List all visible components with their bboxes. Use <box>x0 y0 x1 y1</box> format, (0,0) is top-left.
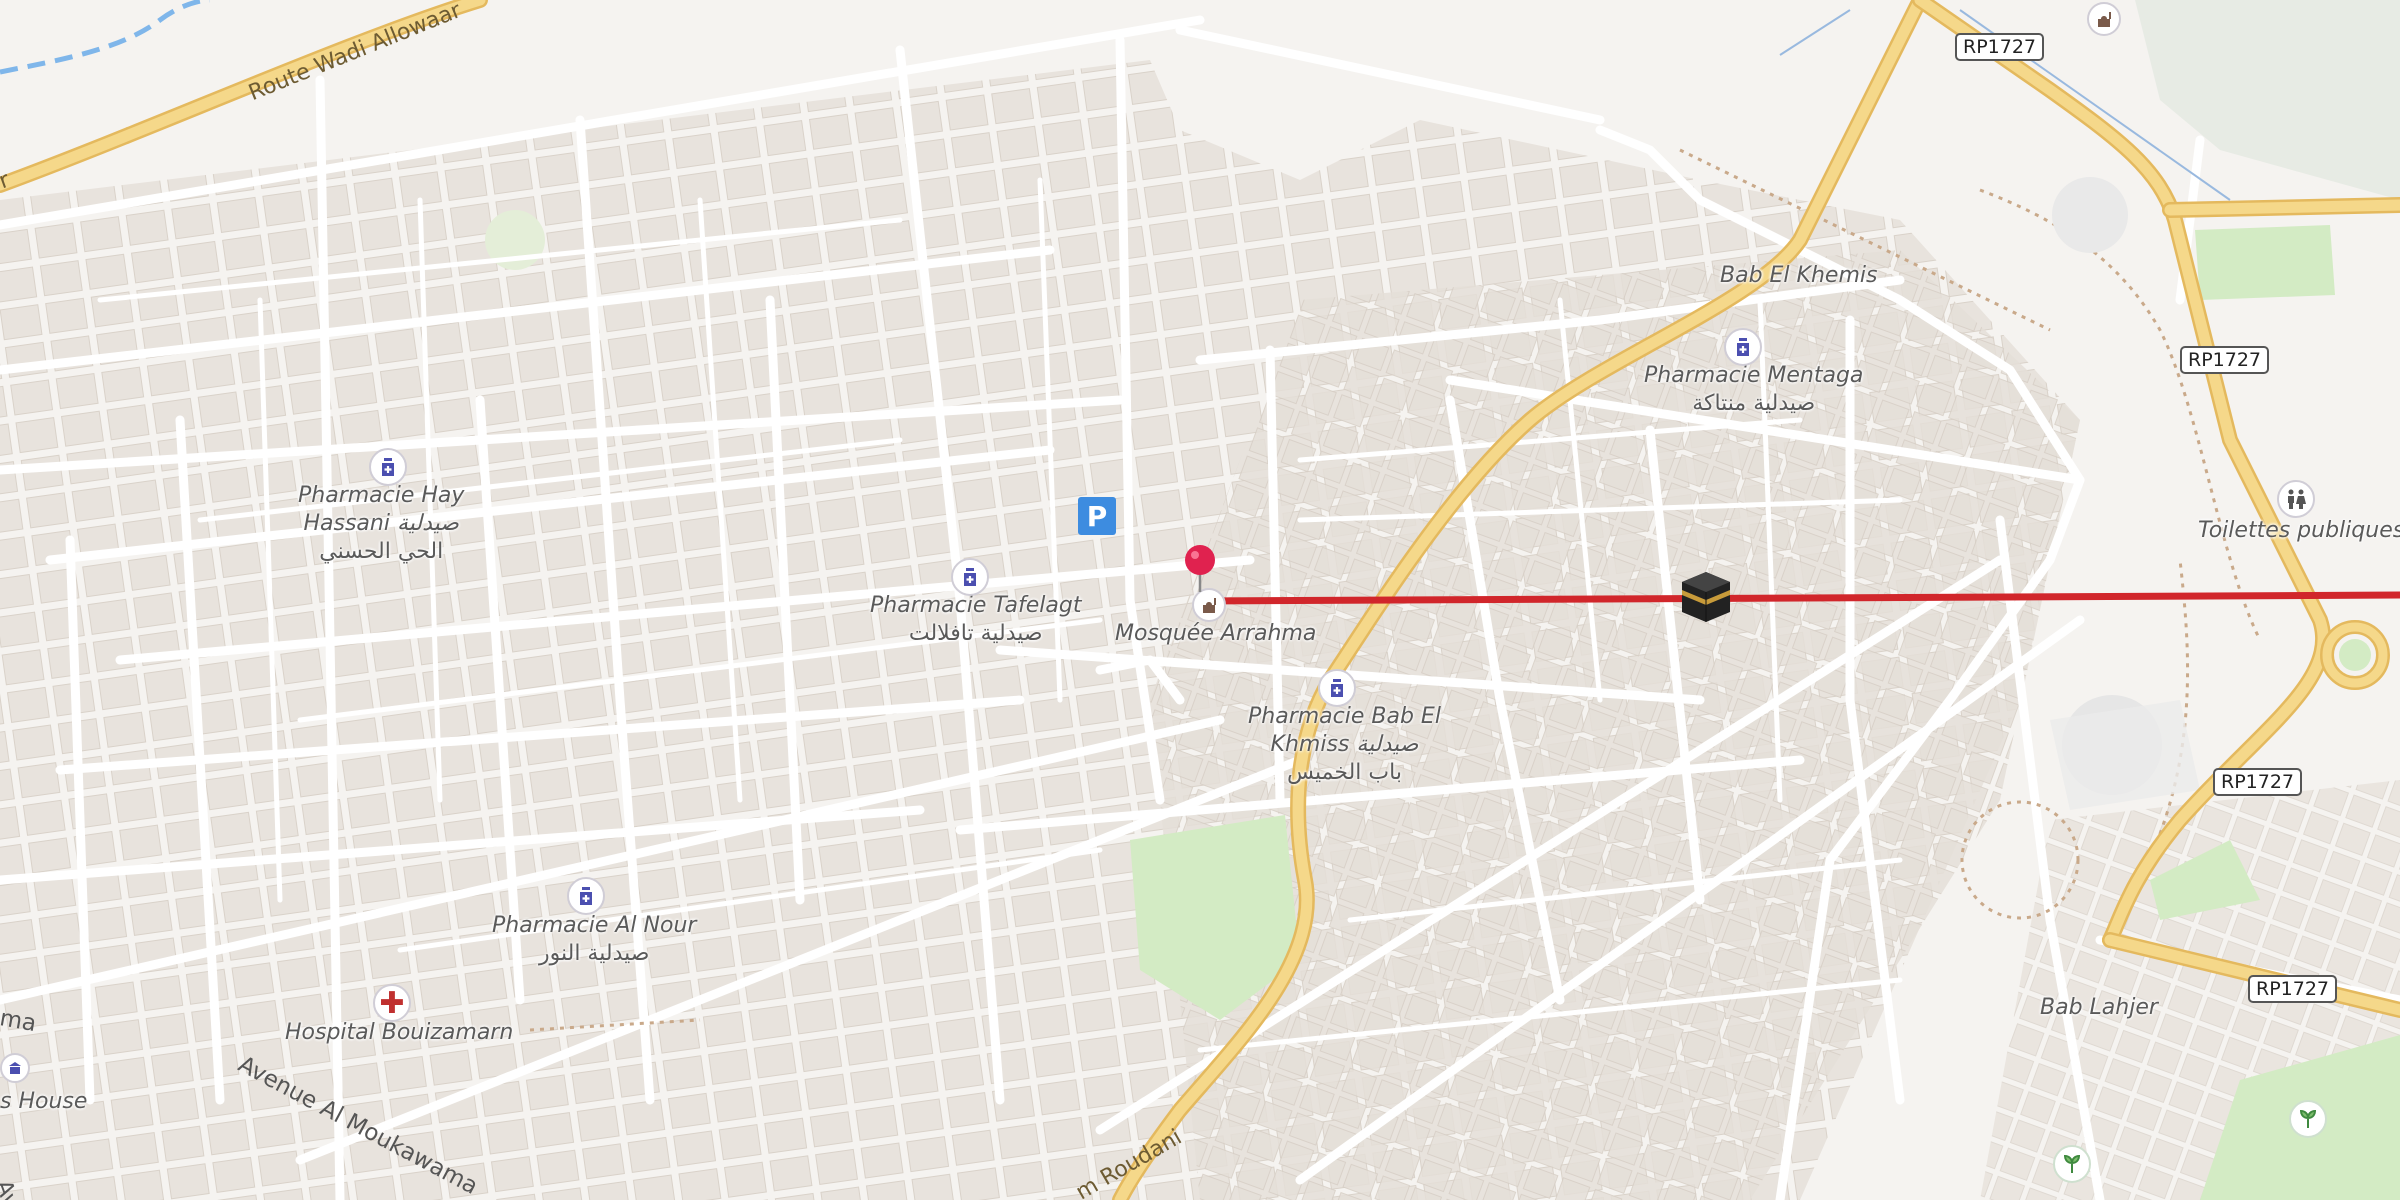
museum-icon[interactable] <box>0 1053 30 1083</box>
route-shield: RP1727 <box>2248 975 2338 1003</box>
pharmacy-name: Pharmacie Mentaga <box>1644 363 1864 388</box>
pharmacy-name-line2: Khmiss صيدلية <box>1270 732 1419 757</box>
place-label-toilettes: Toilettes publiques <box>2198 518 2400 543</box>
pharmacy-icon[interactable] <box>1724 328 1762 366</box>
pharmacy-icon[interactable] <box>1318 669 1356 707</box>
hospital-cross-icon[interactable]: ✚ <box>373 984 411 1022</box>
pharmacy-label-tafelagt[interactable]: Pharmacie Tafelagt صيدلية تافلالت <box>870 592 1081 648</box>
pharmacy-name-line1: Pharmacie Hay <box>298 483 465 508</box>
mosque-icon[interactable] <box>1192 588 1226 622</box>
pharmacy-label-hay-hassani[interactable]: Pharmacie Hay Hassani صيدلية الحي الحسني <box>298 482 464 566</box>
pharmacy-label-mentaga[interactable]: Pharmacie Mentaga صيدلية منتاكة <box>1644 362 1863 418</box>
pharmacy-icon[interactable] <box>567 877 605 915</box>
place-label-hospital[interactable]: Hospital Bouizamarn <box>285 1019 513 1047</box>
pharmacy-name-arabic: صيدلية تافلالت <box>908 621 1043 646</box>
route-shield: RP1727 <box>1955 33 2045 61</box>
pharmacy-name: Pharmacie Tafelagt <box>870 593 1082 618</box>
map-canvas[interactable]: Route Wadi Allowaar r Avenue Al Moukawam… <box>0 0 2400 1200</box>
pharmacy-name-line2: Hassani صيدلية <box>303 511 459 536</box>
location-pin-icon[interactable] <box>1182 544 1218 592</box>
pharmacy-name-arabic: باب الخميس <box>1286 760 1402 785</box>
kaaba-icon[interactable] <box>1680 570 1732 624</box>
pharmacy-icon[interactable] <box>369 448 407 486</box>
route-shield: RP1727 <box>2213 768 2303 796</box>
pharmacy-name-line1: Pharmacie Bab El <box>1248 704 1441 729</box>
place-label-house-partial: s House <box>0 1089 88 1114</box>
pharmacy-label-bab-el-khmiss[interactable]: Pharmacie Bab El Khmiss صيدلية باب الخمي… <box>1248 703 1441 787</box>
place-label-bab-lahjer: Bab Lahjer <box>2040 995 2158 1020</box>
garden-icon[interactable] <box>2053 1145 2091 1183</box>
pharmacy-name: Pharmacie Al Nour <box>492 913 697 938</box>
toilets-icon[interactable] <box>2277 480 2315 518</box>
place-label-bab-el-khemis: Bab El Khemis <box>1720 263 1878 288</box>
pharmacy-label-al-nour[interactable]: Pharmacie Al Nour صيدلية النور <box>492 912 696 968</box>
place-label-mosquee-arrahma[interactable]: Mosquée Arrahma <box>1115 620 1316 648</box>
mosque-icon[interactable] <box>2087 2 2121 36</box>
parking-icon[interactable]: P <box>1078 497 1116 535</box>
route-shield: RP1727 <box>2180 346 2270 374</box>
pharmacy-name-arabic: صيدلية النور <box>539 941 650 966</box>
pharmacy-name-arabic: صيدلية منتاكة <box>1692 391 1816 416</box>
garden-icon[interactable] <box>2289 1100 2327 1138</box>
pharmacy-name-arabic: الحي الحسني <box>319 539 444 564</box>
road-label-left-partial: ma <box>0 1005 39 1038</box>
pharmacy-icon[interactable] <box>951 558 989 596</box>
